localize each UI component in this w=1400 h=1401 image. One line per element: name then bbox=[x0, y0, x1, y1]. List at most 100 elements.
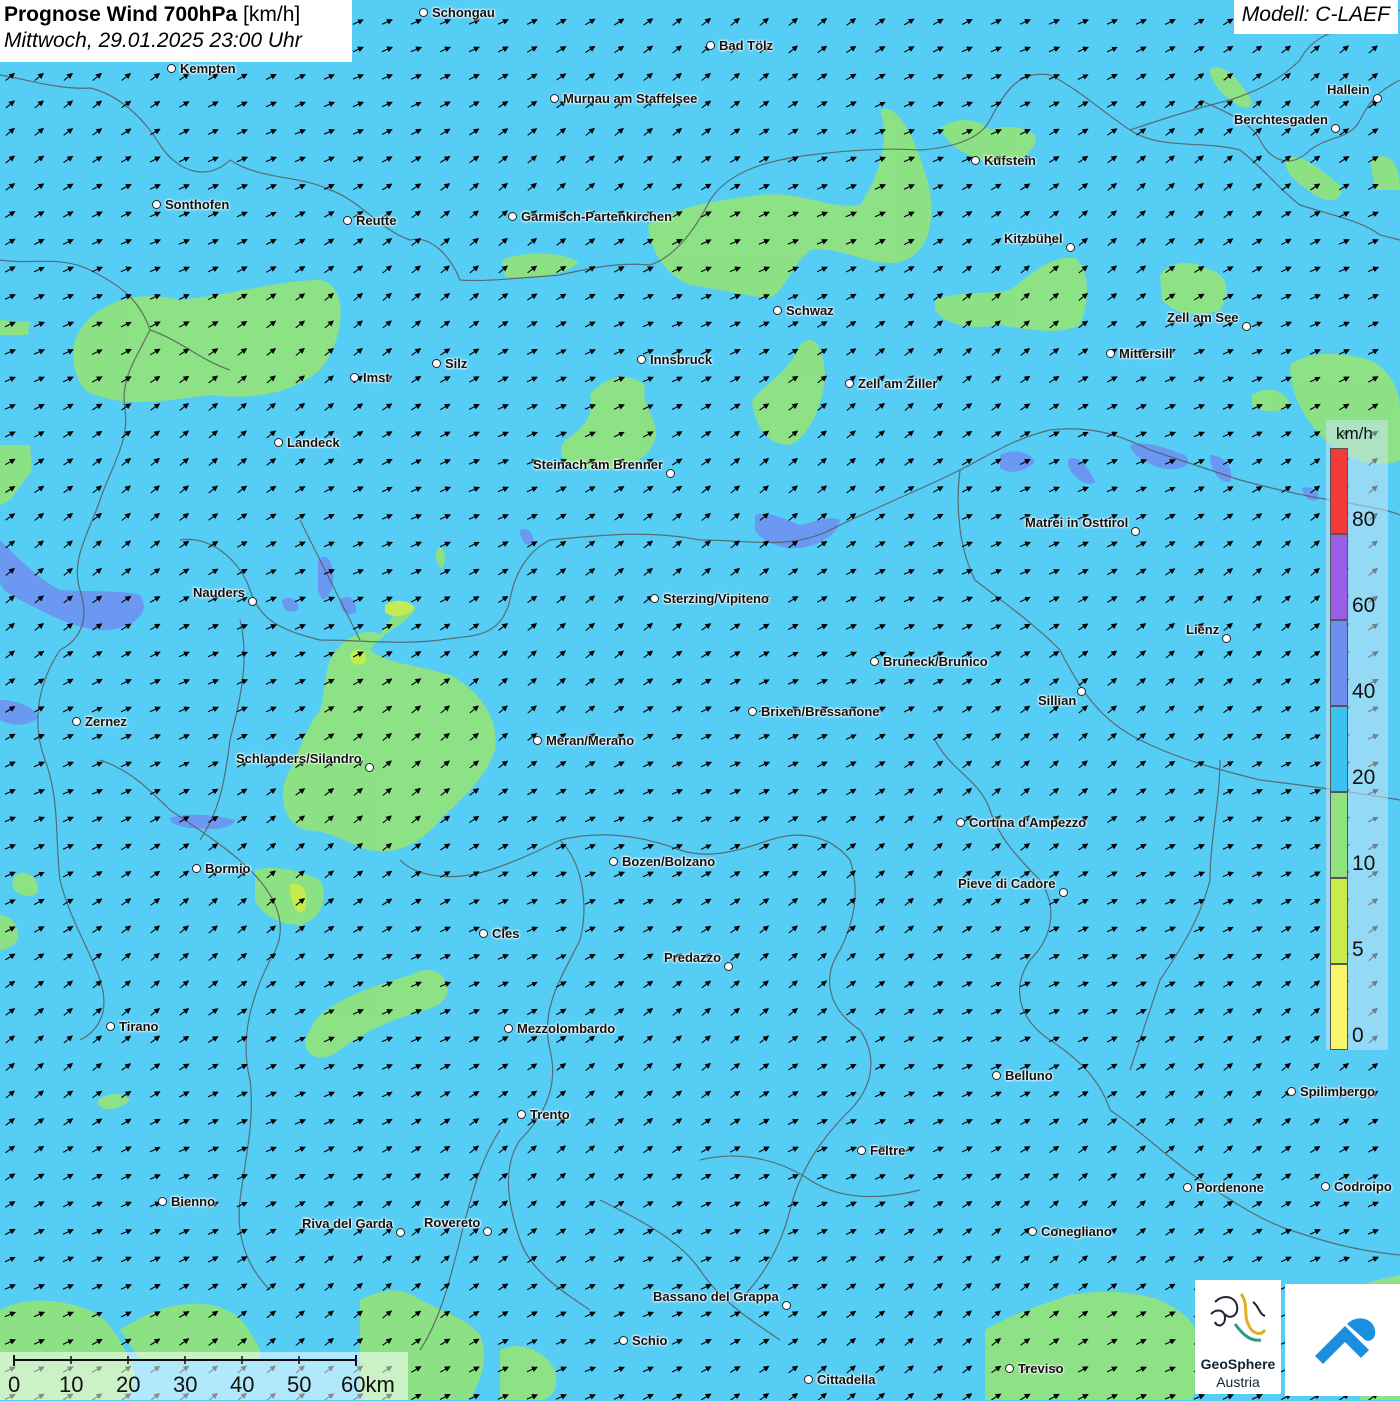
city-label: Bruneck/Brunico bbox=[883, 654, 988, 669]
city-marker bbox=[870, 657, 879, 666]
scale-bar: 0 10 20 30 40 50 60km bbox=[0, 1352, 408, 1400]
title-box: Prognose Wind 700hPa [km/h] Mittwoch, 29… bbox=[0, 0, 352, 62]
title-unit: [km/h] bbox=[243, 3, 301, 26]
geosphere-name: GeoSphere bbox=[1200, 1356, 1276, 1372]
city-marker bbox=[650, 594, 659, 603]
city-marker bbox=[1321, 1182, 1330, 1191]
city-marker bbox=[857, 1146, 866, 1155]
city-label: Garmisch-Partenkirchen bbox=[521, 209, 673, 224]
city-marker bbox=[1331, 124, 1340, 133]
legend-tick: 0 bbox=[1352, 1024, 1364, 1047]
city-marker bbox=[550, 94, 559, 103]
city-label: Meran/Merano bbox=[546, 733, 635, 748]
city-marker bbox=[1242, 322, 1251, 331]
scale-label: 0 bbox=[8, 1372, 21, 1397]
city-marker bbox=[343, 216, 352, 225]
city-marker bbox=[724, 962, 733, 971]
city-label: Schio bbox=[632, 1333, 668, 1348]
city-label: Bad Tölz bbox=[719, 38, 774, 53]
city-marker bbox=[419, 8, 428, 17]
city-label: Steinach am Brenner bbox=[533, 457, 664, 472]
legend-seg-80plus bbox=[1330, 448, 1348, 534]
city-marker bbox=[619, 1336, 628, 1345]
legend-seg-40-60 bbox=[1330, 620, 1348, 706]
city-label: Pieve di Cadore bbox=[958, 876, 1056, 891]
city-marker bbox=[158, 1197, 167, 1206]
city-label: Reutte bbox=[356, 213, 397, 228]
city-label: Bormio bbox=[205, 861, 251, 876]
city-marker bbox=[432, 359, 441, 368]
city-label: Mittersill bbox=[1119, 346, 1173, 361]
city-label: Codroipo bbox=[1334, 1179, 1392, 1194]
city-marker bbox=[274, 438, 283, 447]
city-label: Cles bbox=[492, 926, 520, 941]
city-marker bbox=[637, 355, 646, 364]
legend-tick: 60 bbox=[1352, 594, 1376, 617]
legend-unit: km/h bbox=[1336, 424, 1373, 443]
city-label: Spilimbergo bbox=[1300, 1084, 1376, 1099]
city-marker bbox=[350, 373, 359, 382]
city-marker bbox=[479, 929, 488, 938]
city-marker bbox=[748, 707, 757, 716]
city-label: Kitzbühel bbox=[1004, 231, 1063, 246]
city-marker bbox=[167, 64, 176, 73]
city-marker bbox=[1077, 687, 1086, 696]
city-label: Bozen/Bolzano bbox=[622, 854, 716, 869]
legend-seg-20-40 bbox=[1330, 706, 1348, 792]
city-marker bbox=[845, 379, 854, 388]
city-marker bbox=[483, 1227, 492, 1236]
city-label: Lienz bbox=[1186, 622, 1220, 637]
city-label: Zell am See bbox=[1167, 310, 1239, 325]
city-label: Murnau am Staffelsee bbox=[563, 91, 698, 106]
forecast-datetime: Mittwoch, 29.01.2025 23:00 Uhr bbox=[4, 29, 302, 52]
city-marker bbox=[666, 469, 675, 478]
city-marker bbox=[504, 1024, 513, 1033]
city-marker bbox=[1131, 527, 1140, 536]
city-label: Matrei in Osttirol bbox=[1025, 515, 1129, 530]
city-label: Bienno bbox=[171, 1194, 216, 1209]
city-marker bbox=[365, 763, 374, 772]
city-label: Schongau bbox=[432, 5, 495, 20]
scale-label: 20 bbox=[116, 1372, 141, 1397]
city-marker bbox=[1059, 888, 1068, 897]
city-label: Innsbruck bbox=[650, 352, 713, 367]
city-label: Conegliano bbox=[1041, 1224, 1112, 1239]
city-label: Schwaz bbox=[786, 303, 834, 318]
city-marker bbox=[1106, 349, 1115, 358]
city-label: Rovereto bbox=[424, 1215, 481, 1230]
city-marker bbox=[1066, 243, 1075, 252]
city-label: Tirano bbox=[119, 1019, 159, 1034]
city-marker bbox=[1222, 634, 1231, 643]
city-label: Feltre bbox=[870, 1143, 906, 1158]
city-label: Berchtesgaden bbox=[1234, 112, 1328, 127]
city-marker bbox=[72, 717, 81, 726]
city-label: Sterzing/Vipiteno bbox=[663, 591, 769, 606]
city-marker bbox=[106, 1022, 115, 1031]
scale-label: 40 bbox=[230, 1372, 255, 1397]
color-legend: km/h 80 60 40 20 10 5 0 bbox=[1326, 420, 1388, 1050]
city-marker bbox=[956, 818, 965, 827]
legend-seg-10-20 bbox=[1330, 792, 1348, 878]
city-label: Brixen/Bressanone bbox=[761, 704, 880, 719]
map-title: Prognose Wind 700hPa [km/h] bbox=[4, 3, 348, 27]
city-label: Sillian bbox=[1038, 693, 1077, 708]
geosphere-logo[interactable]: GeoSphere Austria bbox=[1195, 1280, 1281, 1394]
city-label: Nauders bbox=[193, 585, 246, 600]
city-label: Trento bbox=[530, 1107, 570, 1122]
city-label: Landeck bbox=[287, 435, 340, 450]
city-marker bbox=[1028, 1227, 1037, 1236]
legend-tick: 40 bbox=[1352, 680, 1376, 703]
partner-logo[interactable] bbox=[1285, 1284, 1400, 1396]
city-marker bbox=[517, 1110, 526, 1119]
city-marker bbox=[508, 212, 517, 221]
city-label: Schlanders/Silandro bbox=[236, 751, 362, 766]
city-label: Cortina d'Ampezzo bbox=[969, 815, 1087, 830]
city-marker bbox=[773, 306, 782, 315]
city-marker bbox=[782, 1301, 791, 1310]
city-label: Belluno bbox=[1005, 1068, 1053, 1083]
legend-seg-0-5 bbox=[1330, 964, 1348, 1050]
city-label: Mezzolombardo bbox=[517, 1021, 616, 1036]
city-marker bbox=[992, 1071, 1001, 1080]
city-marker bbox=[396, 1228, 405, 1237]
mountain-arrow-icon bbox=[1315, 1318, 1376, 1364]
